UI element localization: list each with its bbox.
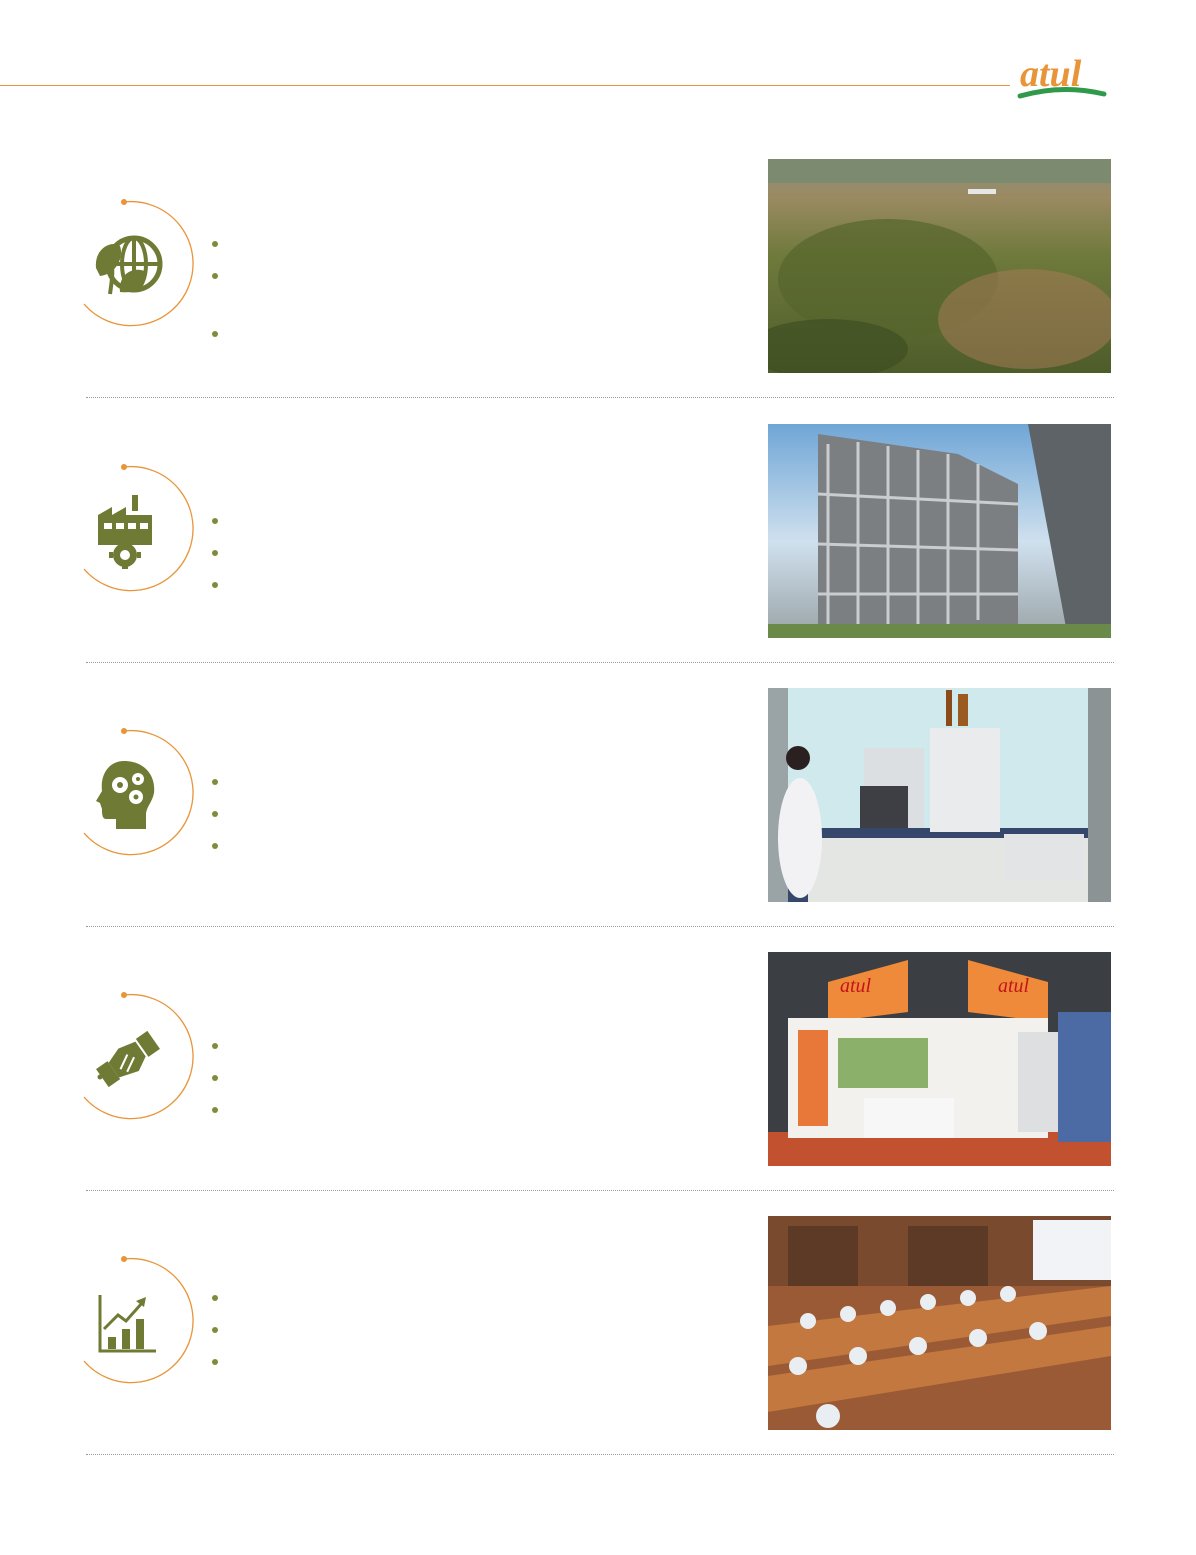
section-divider <box>86 1454 1114 1455</box>
bullet-dot <box>212 331 218 337</box>
section-divider <box>86 926 1114 927</box>
laboratory-photo <box>768 688 1111 902</box>
bullet-dot <box>212 1295 218 1301</box>
bullet-dot <box>212 582 218 588</box>
bullet-dot <box>212 550 218 556</box>
section-sustainability <box>0 158 1196 422</box>
section-divider <box>86 1190 1114 1191</box>
bullet-dot <box>212 1075 218 1081</box>
bullet-dot <box>212 273 218 279</box>
bullet-dot <box>212 518 218 524</box>
bullet-dot <box>212 811 218 817</box>
section-manufacturing <box>0 423 1196 687</box>
atul-logo: atul <box>1017 53 1107 99</box>
section-divider <box>86 662 1114 663</box>
bullet-dot <box>212 1327 218 1333</box>
bullet-dot <box>212 779 218 785</box>
bullet-dot <box>212 1107 218 1113</box>
section-partnership: atul atul <box>0 951 1196 1215</box>
header-rule <box>0 85 1010 86</box>
section-research <box>0 687 1196 951</box>
handshake-icon <box>96 1030 160 1088</box>
stall-logo-left: atul <box>840 975 872 997</box>
globe-leaf-icon <box>95 235 163 295</box>
section-divider <box>86 397 1114 398</box>
chemical-plant-photo <box>768 424 1111 638</box>
stall-logo-right: atul <box>998 975 1030 997</box>
bullet-dot <box>212 1359 218 1365</box>
bullet-dot <box>212 1043 218 1049</box>
factory-gear-icon <box>98 495 152 569</box>
aerial-plantation-photo <box>768 159 1111 373</box>
bullet-dot <box>212 843 218 849</box>
exhibition-stall-photo: atul atul <box>768 952 1111 1166</box>
section-growth <box>0 1215 1196 1479</box>
bullet-dot <box>212 241 218 247</box>
training-seminar-photo <box>768 1216 1111 1430</box>
head-gears-icon <box>96 761 155 829</box>
growth-chart-icon <box>98 1295 156 1353</box>
